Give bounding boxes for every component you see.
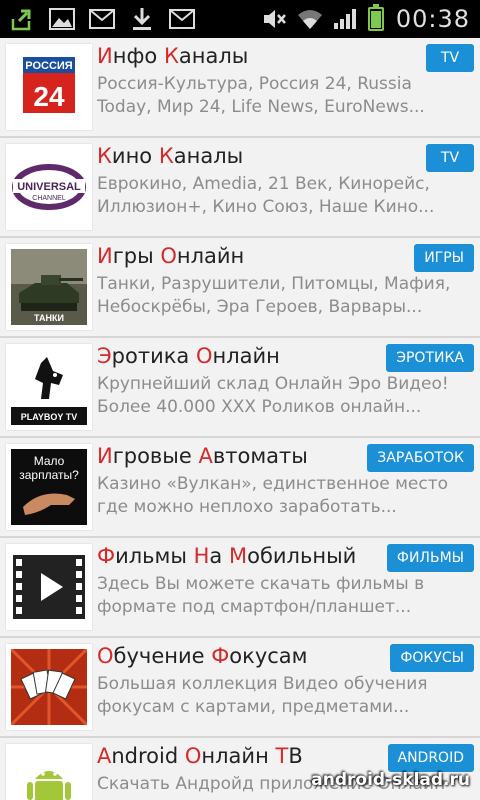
mail-icon bbox=[88, 7, 116, 31]
item-description: Еврокино, Amedia, 21 Век, Кинорейс, Иллюз… bbox=[97, 174, 435, 217]
item-title: Эротика Онлайн bbox=[97, 344, 280, 368]
item-description: Танки, Разрушители, Питомцы, Мафия, Небос… bbox=[97, 274, 451, 317]
item-title: Игры Онлайн bbox=[97, 244, 245, 268]
low-salary-image: Мало зарплаты? bbox=[11, 449, 87, 525]
category-badge[interactable]: TV bbox=[426, 144, 474, 172]
list-item-slot-machines[interactable]: Мало зарплаты? Игровые Автоматы Казино «… bbox=[0, 438, 480, 538]
item-description: Большая коллекция Видео обучения фокусам … bbox=[97, 674, 428, 717]
universal-channel-logo: UNIVERSAL CHANNEL bbox=[11, 149, 87, 225]
signal-icon bbox=[332, 7, 360, 31]
android-robot-icon bbox=[11, 749, 87, 800]
item-title: Кино Каналы bbox=[97, 144, 244, 168]
thumbnail: UNIVERSAL CHANNEL bbox=[6, 144, 92, 230]
logo-text-1: ТАНКИ bbox=[34, 313, 64, 323]
logo-text-1: UNIVERSAL bbox=[17, 181, 81, 193]
thumbnail: РОССИЯ 24 bbox=[6, 44, 92, 130]
logo-text-2: CHANNEL bbox=[32, 195, 66, 202]
status-bar: 00:38 bbox=[0, 0, 480, 38]
thumbnail bbox=[6, 744, 92, 800]
wifi-icon bbox=[296, 7, 324, 31]
item-title: Фильмы На Мобильный bbox=[97, 544, 357, 568]
category-badge[interactable]: TV bbox=[426, 44, 474, 72]
item-title: Обучение Фокусам bbox=[97, 644, 308, 668]
list-item-online-games[interactable]: ТАНКИ Игры Онлайн Танки, Разрушители, Пи… bbox=[0, 238, 480, 338]
logo-text-1: PLAYBOY TV bbox=[21, 412, 78, 422]
item-description: Россия-Культура, Россия 24, Russia Today,… bbox=[97, 74, 425, 117]
download-icon bbox=[128, 7, 156, 31]
channel-list[interactable]: РОССИЯ 24 Инфо Каналы Россия-Культура, Р… bbox=[0, 38, 480, 800]
category-badge[interactable]: ANDROID bbox=[387, 744, 474, 772]
item-description: Здесь Вы можете скачать фильмы в формате … bbox=[97, 574, 425, 617]
category-badge[interactable]: ЗАРАБОТОК bbox=[367, 444, 474, 472]
category-badge[interactable]: ИГРЫ bbox=[414, 244, 474, 272]
playing-cards-image bbox=[11, 649, 87, 725]
image-icon bbox=[48, 7, 76, 31]
list-item-erotica[interactable]: PLAYBOY TV Эротика Онлайн Крупнейший скл… bbox=[0, 338, 480, 438]
item-title: Инфо Каналы bbox=[97, 44, 249, 68]
watermark: android-sklad.ru bbox=[311, 770, 470, 790]
item-title: Android Онлайн ТВ bbox=[97, 744, 303, 768]
thumbnail: Мало зарплаты? bbox=[6, 444, 92, 530]
logo-text-2: 24 bbox=[33, 81, 65, 112]
list-item-magic-tricks[interactable]: Обучение Фокусам Большая коллекция Видео… bbox=[0, 638, 480, 738]
category-badge[interactable]: ФИЛЬМЫ bbox=[386, 544, 474, 572]
logo-text-2: зарплаты? bbox=[19, 468, 79, 482]
list-item-mobile-movies[interactable]: Фильмы На Мобильный Здесь Вы можете скач… bbox=[0, 538, 480, 638]
category-badge[interactable]: ЭРОТИКА bbox=[386, 344, 474, 372]
clock: 00:38 bbox=[395, 5, 470, 33]
list-item-android-tv[interactable]: Android Онлайн ТВ Скачать Андройд прилож… bbox=[0, 738, 480, 800]
item-description: Крупнейший склад Онлайн Эро Видео! Более … bbox=[97, 374, 449, 417]
list-item-info-channels[interactable]: РОССИЯ 24 Инфо Каналы Россия-Культура, Р… bbox=[0, 38, 480, 138]
mute-icon bbox=[260, 7, 288, 31]
item-title: Игровые Автоматы bbox=[97, 444, 308, 468]
thumbnail bbox=[6, 544, 92, 630]
logo-text-1: Мало bbox=[34, 454, 65, 468]
rossiya24-logo: РОССИЯ 24 bbox=[11, 49, 87, 125]
category-badge[interactable]: ФОКУСЫ bbox=[390, 644, 474, 672]
tanks-game-image: ТАНКИ bbox=[11, 249, 87, 325]
upload-icon bbox=[8, 7, 36, 31]
thumbnail: ТАНКИ bbox=[6, 244, 92, 330]
logo-text-1: РОССИЯ bbox=[25, 60, 73, 72]
thumbnail: PLAYBOY TV bbox=[6, 344, 92, 430]
battery-icon bbox=[367, 4, 384, 31]
list-item-movie-channels[interactable]: UNIVERSAL CHANNEL Кино Каналы Еврокино, … bbox=[0, 138, 480, 238]
thumbnail bbox=[6, 644, 92, 730]
playboy-tv-logo: PLAYBOY TV bbox=[11, 349, 87, 425]
film-play-icon bbox=[11, 549, 87, 625]
item-description: Казино «Вулкан», единственное место где м… bbox=[97, 474, 449, 517]
mail-icon bbox=[168, 7, 196, 31]
